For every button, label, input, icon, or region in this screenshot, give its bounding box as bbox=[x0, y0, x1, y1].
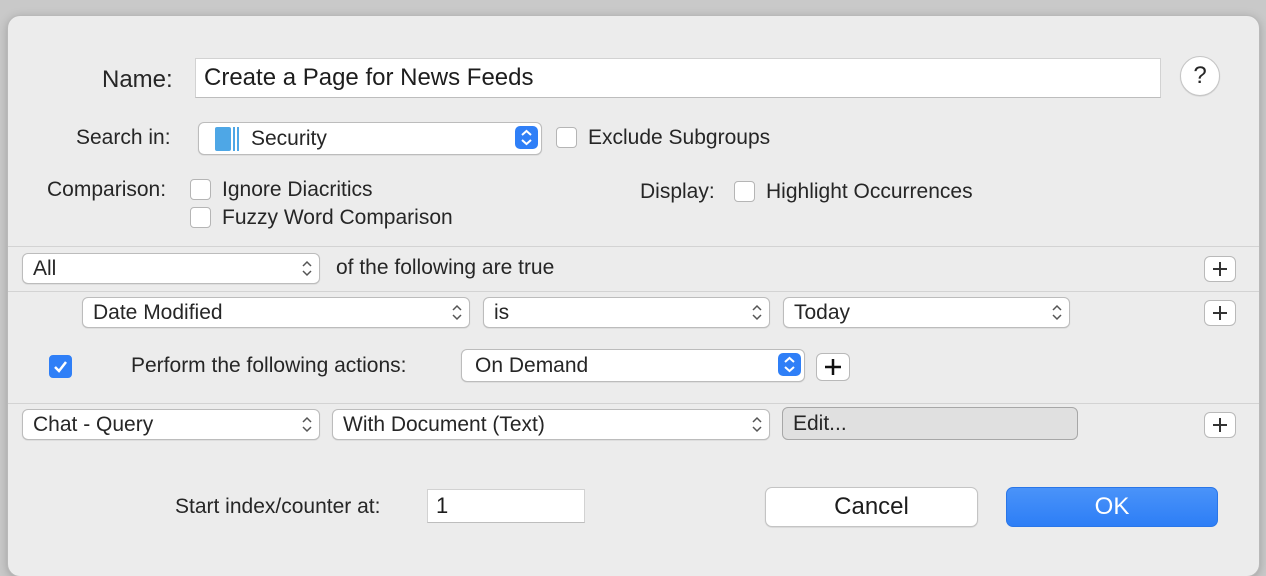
counter-field[interactable]: 1 bbox=[427, 489, 585, 523]
chevron-updown-icon bbox=[452, 304, 462, 321]
criterion-field-selected: Date Modified bbox=[93, 301, 223, 324]
separator bbox=[8, 403, 1259, 404]
search-in-label: Search in: bbox=[76, 126, 171, 149]
comparison-label: Comparison: bbox=[47, 178, 167, 201]
fuzzy-word-checkbox[interactable] bbox=[190, 207, 211, 228]
add-criterion-button[interactable] bbox=[1204, 300, 1236, 326]
highlight-occurrences-label: Highlight Occurrences bbox=[766, 180, 973, 203]
chevron-updown-icon bbox=[1052, 304, 1062, 321]
criterion-operator-popup[interactable]: is bbox=[483, 297, 770, 328]
search-in-selected: Security bbox=[251, 127, 327, 150]
display-label: Display: bbox=[640, 180, 715, 203]
fuzzy-word-label: Fuzzy Word Comparison bbox=[222, 206, 453, 229]
search-in-popup[interactable]: Security bbox=[198, 122, 542, 155]
perform-actions-label: Perform the following actions: bbox=[131, 354, 407, 377]
plus-icon bbox=[1213, 418, 1227, 432]
add-action-row-button[interactable] bbox=[1204, 412, 1236, 438]
action-type-popup[interactable]: Chat - Query bbox=[22, 409, 320, 440]
action-option-selected: With Document (Text) bbox=[343, 413, 545, 436]
plus-icon bbox=[1213, 306, 1227, 320]
checkmark-icon bbox=[54, 361, 67, 373]
criterion-value-selected: Today bbox=[794, 301, 851, 324]
cancel-button[interactable]: Cancel bbox=[765, 487, 978, 527]
criterion-value-popup[interactable]: Today bbox=[783, 297, 1070, 328]
name-field[interactable]: Create a Page for News Feeds bbox=[195, 58, 1161, 98]
action-option-popup[interactable]: With Document (Text) bbox=[332, 409, 770, 440]
exclude-subgroups-label: Exclude Subgroups bbox=[588, 126, 771, 149]
criterion-operator-selected: is bbox=[494, 301, 510, 324]
criterion-field-popup[interactable]: Date Modified bbox=[82, 297, 470, 328]
plus-icon bbox=[825, 359, 841, 375]
add-condition-button[interactable] bbox=[1204, 256, 1236, 282]
separator bbox=[8, 246, 1259, 247]
highlight-occurrences-checkbox[interactable] bbox=[734, 181, 755, 202]
plus-icon bbox=[1213, 262, 1227, 276]
actions-trigger-selected: On Demand bbox=[475, 354, 589, 377]
chevron-updown-icon bbox=[515, 126, 538, 149]
name-label: Name: bbox=[102, 66, 173, 93]
ignore-diacritics-checkbox[interactable] bbox=[190, 179, 211, 200]
add-action-button[interactable] bbox=[816, 353, 850, 381]
chevron-updown-icon bbox=[752, 304, 762, 321]
chevron-updown-icon bbox=[778, 353, 801, 376]
smart-rule-dialog: Name: Create a Page for News Feeds ? Sea… bbox=[8, 16, 1259, 576]
match-suffix-label: of the following are true bbox=[336, 256, 555, 279]
edit-button[interactable]: Edit... bbox=[782, 407, 1078, 440]
match-selected: All bbox=[33, 257, 57, 280]
perform-actions-checkbox[interactable] bbox=[49, 355, 72, 378]
ignore-diacritics-label: Ignore Diacritics bbox=[222, 178, 373, 201]
exclude-subgroups-checkbox[interactable] bbox=[556, 127, 577, 148]
match-popup[interactable]: All bbox=[22, 253, 320, 284]
ok-button[interactable]: OK bbox=[1006, 487, 1218, 527]
chevron-updown-icon bbox=[752, 416, 762, 433]
group-icon bbox=[215, 127, 240, 151]
chevron-updown-icon bbox=[302, 416, 312, 433]
actions-trigger-popup[interactable]: On Demand bbox=[461, 349, 805, 382]
separator bbox=[8, 291, 1259, 292]
action-type-selected: Chat - Query bbox=[33, 413, 154, 436]
help-button[interactable]: ? bbox=[1180, 56, 1220, 96]
chevron-updown-icon bbox=[302, 260, 312, 277]
counter-label: Start index/counter at: bbox=[175, 495, 381, 518]
